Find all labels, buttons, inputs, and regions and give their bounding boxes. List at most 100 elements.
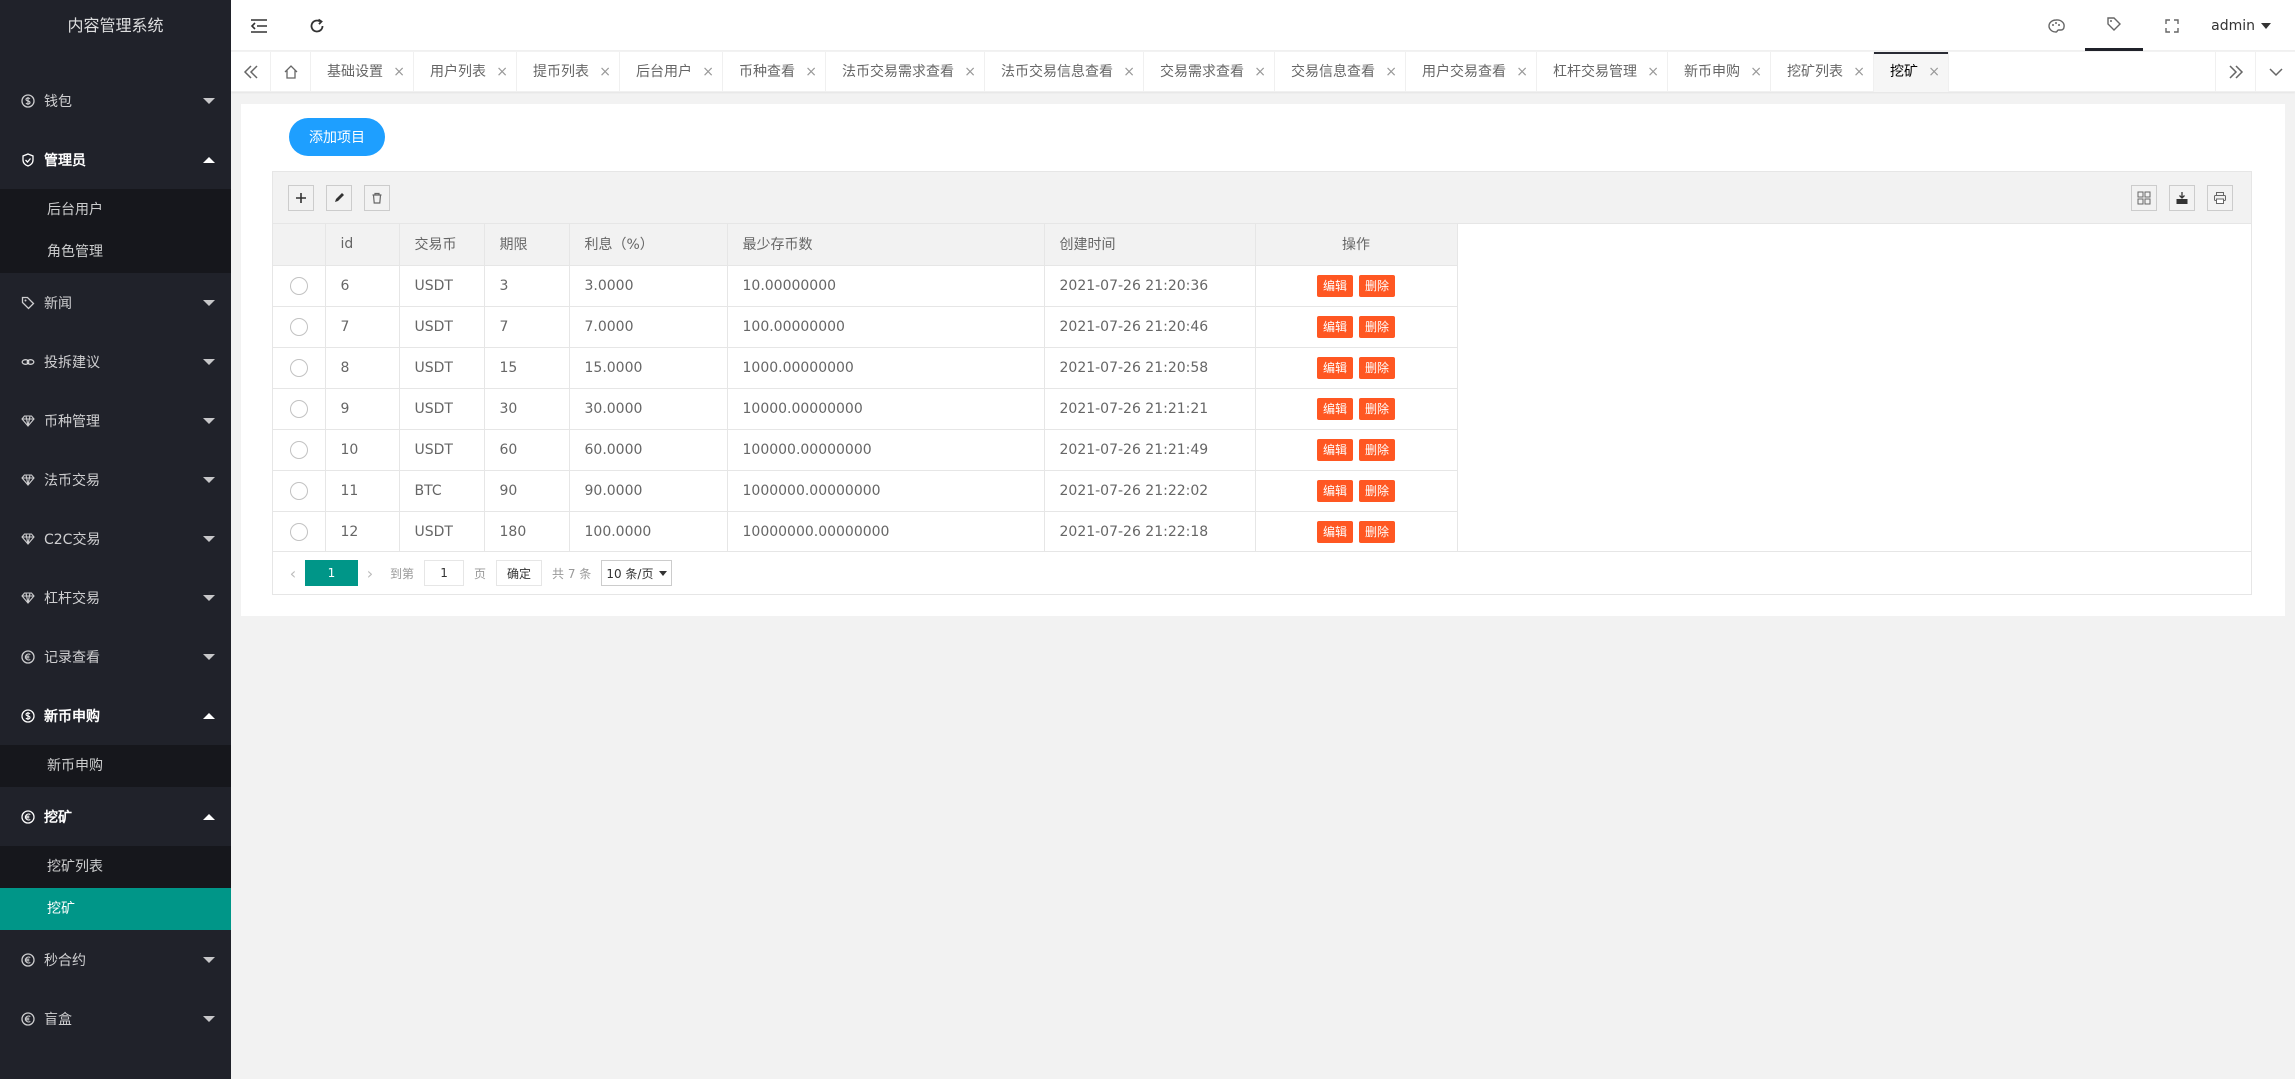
- sidebar-subitem[interactable]: 挖矿列表: [0, 846, 231, 888]
- toolbar-print-button[interactable]: [2207, 185, 2233, 211]
- close-icon[interactable]: ×: [1853, 52, 1865, 92]
- refresh-button[interactable]: [289, 0, 345, 51]
- tabs-scroll-right-button[interactable]: [2215, 52, 2255, 92]
- sidebar-group-2[interactable]: 新闻: [0, 273, 231, 332]
- delete-button[interactable]: 删除: [1359, 274, 1396, 297]
- sidebar-group-1[interactable]: 管理员: [0, 130, 231, 189]
- close-icon[interactable]: ×: [599, 52, 611, 92]
- sidebar-group-6[interactable]: C2C交易: [0, 509, 231, 568]
- sidebar-group-3[interactable]: 投拆建议: [0, 332, 231, 391]
- row-radio[interactable]: [289, 276, 308, 295]
- tab-item[interactable]: 提币列表 ×: [517, 52, 620, 92]
- edit-button[interactable]: 编辑: [1316, 397, 1353, 420]
- tab-item[interactable]: 挖矿列表 ×: [1771, 52, 1874, 92]
- sidebar-subitem[interactable]: 新币申购: [0, 745, 231, 787]
- tab-item[interactable]: 基础设置 ×: [311, 52, 414, 92]
- close-icon[interactable]: ×: [393, 52, 405, 92]
- close-icon[interactable]: ×: [1647, 52, 1659, 92]
- header-created[interactable]: 创建时间: [1044, 224, 1256, 266]
- row-radio[interactable]: [289, 399, 308, 418]
- edit-button[interactable]: 编辑: [1316, 274, 1353, 297]
- sidebar-group-5[interactable]: 法币交易: [0, 450, 231, 509]
- toolbar-columns-button[interactable]: [2131, 185, 2157, 211]
- edit-button[interactable]: 编辑: [1316, 315, 1353, 338]
- toolbar-edit-button[interactable]: [326, 185, 352, 211]
- close-icon[interactable]: ×: [496, 52, 508, 92]
- tab-item[interactable]: 杠杆交易管理 ×: [1537, 52, 1668, 92]
- goto-confirm-button[interactable]: 确定: [496, 560, 543, 586]
- sidebar-subitem[interactable]: 角色管理: [0, 231, 231, 273]
- edit-button[interactable]: 编辑: [1316, 520, 1353, 543]
- delete-button[interactable]: 删除: [1359, 397, 1396, 420]
- tabs-scroll-left-button[interactable]: [231, 52, 271, 92]
- close-icon[interactable]: ×: [1385, 52, 1397, 92]
- tab-item[interactable]: 币种查看 ×: [723, 52, 826, 92]
- goto-page-input[interactable]: 1: [424, 560, 465, 586]
- sidebar-group-10[interactable]: 挖矿: [0, 787, 231, 846]
- sidebar-subitem[interactable]: 后台用户: [0, 189, 231, 231]
- header-min-amount[interactable]: 最少存币数: [727, 224, 1045, 266]
- delete-button[interactable]: 删除: [1359, 356, 1396, 379]
- sidebar-group-0[interactable]: 钱包: [0, 71, 231, 130]
- row-radio[interactable]: [289, 440, 308, 459]
- row-radio[interactable]: [289, 481, 308, 500]
- header-coin[interactable]: 交易币: [399, 224, 485, 266]
- table-row[interactable]: 12 USDT 180 100.0000 10000000.00000000 2021-0…: [273, 511, 1458, 553]
- close-icon[interactable]: ×: [702, 52, 714, 92]
- fullscreen-button[interactable]: [2143, 0, 2201, 51]
- next-page-icon[interactable]: ›: [360, 564, 380, 583]
- sidebar-group-7[interactable]: 杠杆交易: [0, 568, 231, 627]
- sidebar-group-11[interactable]: 秒合约: [0, 930, 231, 989]
- delete-button[interactable]: 删除: [1359, 315, 1396, 338]
- row-radio[interactable]: [289, 317, 308, 336]
- theme-button[interactable]: [2027, 0, 2085, 51]
- row-radio[interactable]: [289, 358, 308, 377]
- row-radio[interactable]: [289, 522, 308, 541]
- delete-button[interactable]: 删除: [1359, 479, 1396, 502]
- tab-item[interactable]: 交易信息查看 ×: [1275, 52, 1406, 92]
- edit-button[interactable]: 编辑: [1316, 438, 1353, 461]
- sidebar-group-12[interactable]: 盲盒: [0, 989, 231, 1048]
- close-icon[interactable]: ×: [1254, 52, 1266, 92]
- user-menu[interactable]: admin: [2201, 0, 2295, 51]
- close-icon[interactable]: ×: [964, 52, 976, 92]
- toolbar-delete-button[interactable]: [364, 185, 390, 211]
- tab-home[interactable]: [271, 52, 311, 92]
- tabs-menu-button[interactable]: [2255, 52, 2295, 92]
- table-row[interactable]: 9 USDT 30 30.0000 10000.00000000 2021-07-26 2…: [273, 388, 1458, 430]
- sidebar-group-9[interactable]: 新币申购: [0, 686, 231, 745]
- table-row[interactable]: 7 USDT 7 7.0000 100.00000000 2021-07-26 21:20…: [273, 306, 1458, 348]
- close-icon[interactable]: ×: [1750, 52, 1762, 92]
- current-page[interactable]: 1: [305, 560, 358, 586]
- toolbar-export-button[interactable]: [2169, 185, 2195, 211]
- close-icon[interactable]: ×: [1123, 52, 1135, 92]
- header-id[interactable]: id: [325, 224, 400, 266]
- close-icon[interactable]: ×: [1928, 52, 1940, 92]
- edit-button[interactable]: 编辑: [1316, 356, 1353, 379]
- delete-button[interactable]: 删除: [1359, 520, 1396, 543]
- close-icon[interactable]: ×: [1516, 52, 1528, 92]
- toolbar-add-button[interactable]: [288, 185, 314, 211]
- table-row[interactable]: 8 USDT 15 15.0000 1000.00000000 2021-07-26 21…: [273, 347, 1458, 389]
- prev-page-icon[interactable]: ‹: [283, 564, 303, 583]
- tab-item[interactable]: 法币交易需求查看 ×: [826, 52, 985, 92]
- note-button[interactable]: [2085, 0, 2144, 51]
- tab-item[interactable]: 用户列表 ×: [414, 52, 517, 92]
- close-icon[interactable]: ×: [805, 52, 817, 92]
- table-row[interactable]: 10 USDT 60 60.0000 100000.00000000 2021-07-26…: [273, 429, 1458, 471]
- header-interest[interactable]: 利息（%）: [569, 224, 728, 266]
- tab-item[interactable]: 新币申购 ×: [1668, 52, 1771, 92]
- tab-item[interactable]: 用户交易查看 ×: [1406, 52, 1537, 92]
- sidebar-group-8[interactable]: 记录查看: [0, 627, 231, 686]
- page-size-select[interactable]: 10 条/页: [601, 560, 673, 586]
- sidebar-group-4[interactable]: 币种管理: [0, 391, 231, 450]
- tab-item[interactable]: 后台用户 ×: [620, 52, 723, 92]
- delete-button[interactable]: 删除: [1359, 438, 1396, 461]
- table-row[interactable]: 11 BTC 90 90.0000 1000000.00000000 2021-07-26…: [273, 470, 1458, 512]
- table-row[interactable]: 6 USDT 3 3.0000 10.00000000 2021-07-26 21:20:…: [273, 265, 1458, 307]
- sidebar-subitem[interactable]: 挖矿: [0, 888, 231, 930]
- header-term[interactable]: 期限: [484, 224, 570, 266]
- tab-item[interactable]: 交易需求查看 ×: [1144, 52, 1275, 92]
- tab-item[interactable]: 法币交易信息查看 ×: [985, 52, 1144, 92]
- collapse-menu-button[interactable]: [231, 0, 287, 51]
